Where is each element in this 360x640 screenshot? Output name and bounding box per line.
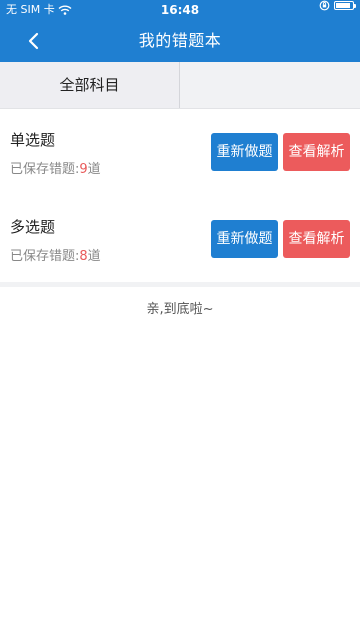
lock-rotation-icon xyxy=(319,0,330,11)
saved-count-number: 9 xyxy=(79,162,88,177)
saved-count-suffix: 道 xyxy=(87,249,101,264)
status-right xyxy=(319,0,356,11)
saved-count-number: 8 xyxy=(79,249,88,264)
page-title: 我的错题本 xyxy=(138,31,222,50)
saved-count-suffix: 道 xyxy=(87,162,101,177)
status-bar: 无 SIM 卡 16:48 xyxy=(0,0,360,20)
redo-button[interactable]: 重新做题 xyxy=(211,133,278,171)
card-title: 多选题 xyxy=(10,218,56,236)
single-choice-card: 单选题 已保存错题:9道 重新做题 查看解析 xyxy=(0,108,360,196)
view-analysis-button[interactable]: 查看解析 xyxy=(283,220,350,258)
multiple-choice-card: 多选题 已保存错题:8道 重新做题 查看解析 xyxy=(0,195,360,283)
saved-count: 已保存错题:9道 xyxy=(10,158,101,177)
battery-level xyxy=(336,3,350,8)
tab-all-subjects[interactable]: 全部科目 xyxy=(0,62,180,109)
subject-tabs: 全部科目 xyxy=(0,62,360,109)
saved-count-prefix: 已保存错题: xyxy=(10,162,80,177)
status-time: 16:48 xyxy=(160,3,200,17)
redo-button[interactable]: 重新做题 xyxy=(211,220,278,258)
saved-count: 已保存错题:8道 xyxy=(10,245,101,264)
saved-count-prefix: 已保存错题: xyxy=(10,249,80,264)
app-header: 无 SIM 卡 16:48 我的错题本 xyxy=(0,0,360,62)
nav-bar: 我的错题本 xyxy=(0,20,360,62)
tab-empty[interactable] xyxy=(180,62,360,109)
end-of-list-message: 亲,到底啦~ xyxy=(146,302,214,317)
battery-icon xyxy=(334,1,356,10)
list-end-separator xyxy=(0,282,360,287)
view-analysis-button[interactable]: 查看解析 xyxy=(283,133,350,171)
card-title: 单选题 xyxy=(10,131,56,149)
